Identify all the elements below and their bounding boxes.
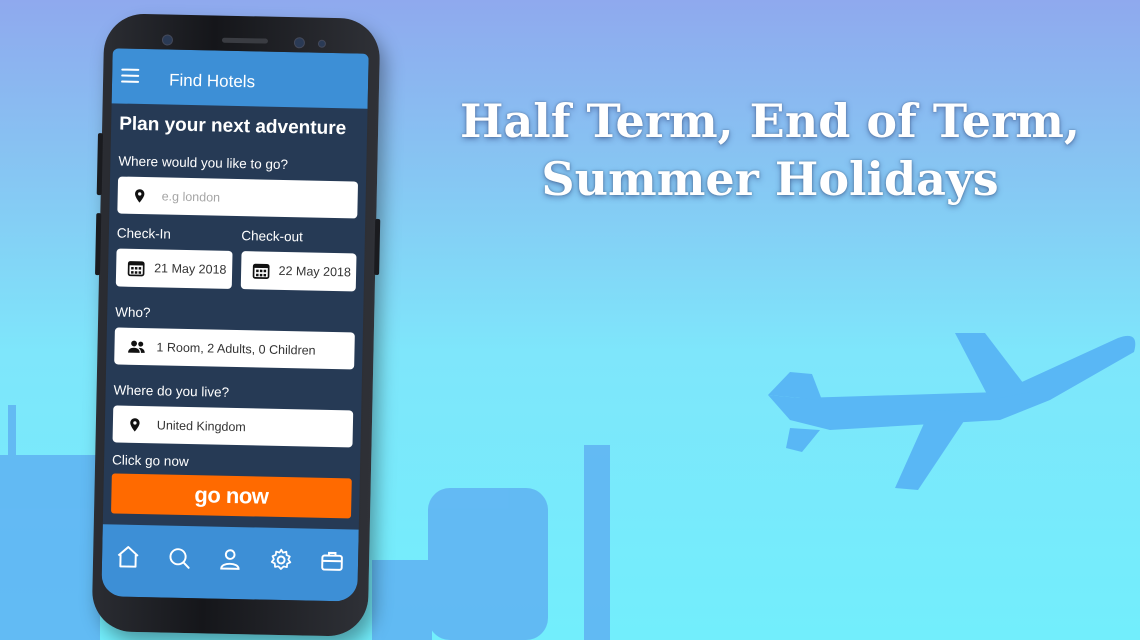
checkout-label: Check-out [241, 228, 304, 245]
destination-input[interactable]: e.g london [117, 176, 359, 219]
location-pin-icon [130, 417, 140, 432]
front-sensor [317, 39, 326, 48]
residence-value: United Kingdom [156, 417, 246, 434]
phone-mockup: Find Hotels Plan your next adventure Whe… [91, 13, 381, 637]
residence-selector[interactable]: United Kingdom [112, 405, 354, 448]
go-now-button[interactable]: go now [111, 473, 352, 519]
people-icon [128, 340, 145, 353]
calendar-icon [252, 263, 270, 279]
date-fields: Check-In 21 May 2018 Check-out 22 May 20… [115, 225, 357, 292]
app-title: Find Hotels [168, 70, 256, 92]
guests-value: 1 Room, 2 Adults, 0 Children [156, 339, 316, 358]
checkin-label: Check-In [116, 225, 172, 242]
profile-icon[interactable] [217, 546, 244, 573]
go-now-button-label: go now [194, 482, 269, 509]
settings-icon[interactable] [268, 547, 295, 574]
checkin-date-value: 21 May 2018 [154, 261, 227, 277]
search-icon[interactable] [166, 545, 193, 572]
destination-label: Where would you like to go? [118, 153, 289, 173]
residence-label: Where do you live? [113, 382, 230, 400]
phone-volume-button [95, 213, 102, 276]
headline-line-1: Half Term, End of Term, [459, 94, 1080, 148]
guests-selector[interactable]: 1 Room, 2 Adults, 0 Children [114, 327, 355, 370]
headline-line-2: Summer Holidays [541, 152, 999, 206]
headline: Half Term, End of Term, Summer Holidays [440, 92, 1100, 208]
bottom-tab-bar [101, 524, 359, 602]
checkout-date-field[interactable]: 22 May 2018 [240, 251, 357, 292]
app-bar: Find Hotels [111, 48, 369, 109]
guests-label: Who? [115, 304, 151, 321]
phone-speaker [221, 37, 269, 44]
destination-placeholder: e.g london [161, 188, 221, 205]
calendar-icon [127, 261, 145, 277]
go-label: Click go now [111, 452, 189, 470]
form-heading: Plan your next adventure [118, 113, 347, 140]
phone-screen: Find Hotels Plan your next adventure Whe… [101, 48, 369, 602]
hamburger-menu-icon[interactable] [121, 68, 140, 83]
location-pin-icon [135, 188, 145, 203]
checkout-date-value: 22 May 2018 [278, 263, 352, 280]
airplane-silhouette [768, 333, 1136, 490]
phone-volume-button [96, 133, 103, 196]
briefcase-icon[interactable] [319, 548, 346, 575]
home-icon[interactable] [114, 544, 141, 571]
front-camera [161, 34, 174, 46]
checkin-date-field[interactable]: 21 May 2018 [115, 248, 233, 289]
front-sensor [293, 37, 306, 49]
search-form: Plan your next adventure Where would you… [103, 103, 368, 519]
